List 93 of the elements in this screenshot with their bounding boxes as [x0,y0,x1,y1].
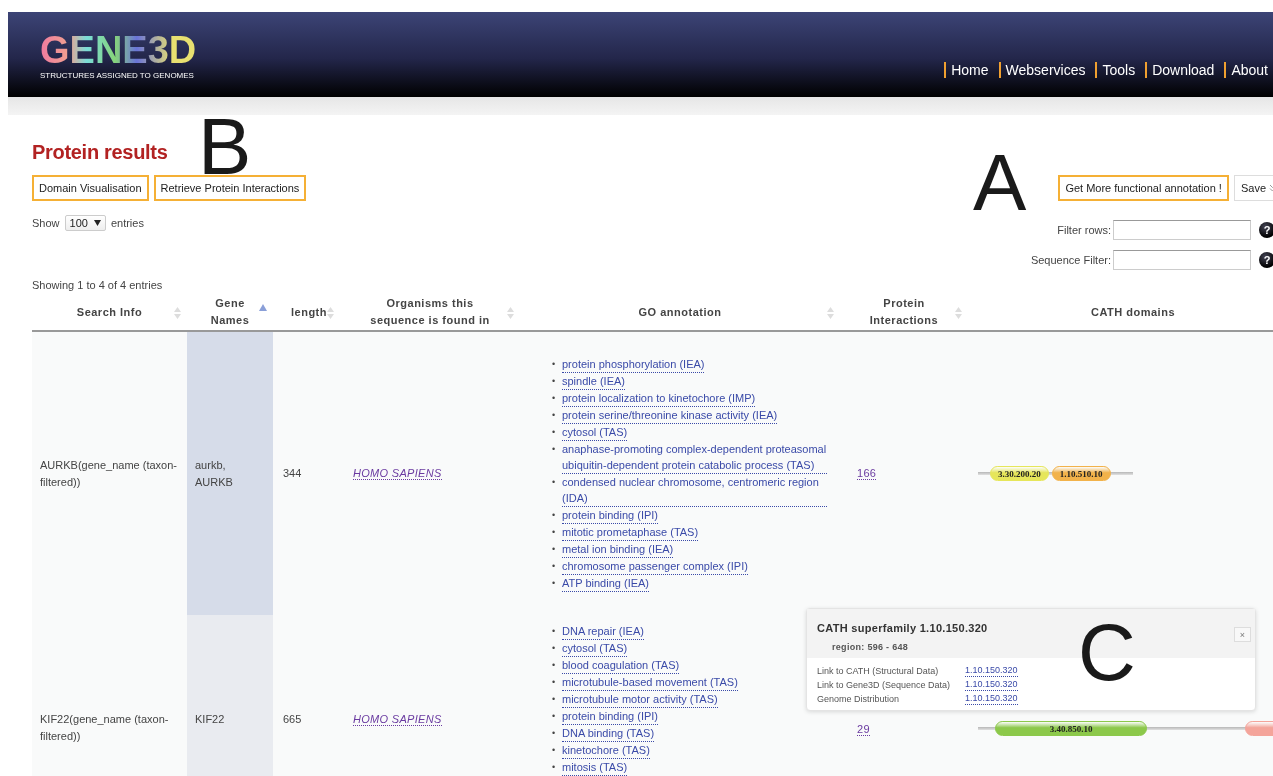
sort-ascending-icon [259,304,267,311]
bullet-mark: • [552,525,557,539]
bullet-mark: • [552,425,557,439]
interactions-link[interactable]: 166 [857,467,877,480]
go-term-link[interactable]: cytosol (TAS) [562,423,628,441]
bullet-mark: • [552,642,557,655]
bullet-mark: • [552,676,557,689]
table-cell: aurkb, AURKB [187,331,273,615]
table-cell: AURKB(gene_name (taxon-filtered)) [32,331,187,615]
organism-link[interactable]: HOMO SAPIENS [353,467,442,480]
go-term-link[interactable]: blood coagulation (TAS) [562,657,680,674]
go-term-link[interactable]: kinetochore (TAS) [562,742,650,759]
bullet-mark: • [552,710,557,723]
go-term-link[interactable]: mitotic prometaphase (TAS) [562,523,699,541]
sort-icon [174,306,181,320]
go-term-link[interactable]: DNA binding (TAS) [562,725,655,742]
go-term-link[interactable]: spindle (IEA) [562,372,625,390]
annotation-button[interactable]: Get More functional annotation ! [1058,175,1229,201]
popup-label: Genome Distribution [817,693,901,706]
annotation-letter: C [1078,613,1136,693]
site-tagline: STRUCTURES ASSIGNED TO GENOMES [40,71,195,80]
go-term-link[interactable]: microtubule motor activity (TAS) [562,691,718,708]
entries-select[interactable]: 100 [64,215,106,231]
entries-label: entries [110,217,144,229]
bullet-mark: • [552,727,557,740]
domain-bar[interactable]: 1.10.510.10 [1051,466,1111,481]
go-term-link[interactable]: condensed nuclear chromosome, centromeric region (IDA) [562,473,827,507]
action-button[interactable]: Domain Visualisation [32,175,149,201]
go-term-link[interactable]: protein binding (IPI) [562,708,658,725]
nav-link[interactable]: Home [944,62,989,78]
go-term-link[interactable]: anaphase-promoting complex-dependent proteasomal ubiquitin-dependent protein catabolic process (TAS) [562,440,827,474]
filter-label: Filter rows: [1057,224,1111,236]
go-term-link[interactable]: protein localization to kinetochore (IMP) [562,389,756,407]
bullet-mark: • [552,744,557,757]
help-button[interactable]: ? [1259,222,1273,238]
popup-region: region: 596 - 648 [832,642,909,652]
help-button[interactable]: ? [1259,252,1273,268]
bullet-mark: • [552,659,557,672]
bullet-mark: • [552,357,557,371]
go-term-link[interactable]: ATP binding (IEA) [562,574,650,592]
bullet-mark: • [552,625,557,638]
close-button[interactable]: × [1234,627,1251,642]
filter-input[interactable] [1113,250,1251,270]
go-term-link[interactable]: metal ion binding (IEA) [562,540,674,558]
go-term-link[interactable]: protein binding (IPI) [562,506,658,524]
table-cell: 665 [273,615,340,776]
nav-link[interactable]: Tools [1095,62,1136,78]
nav-link[interactable]: Webservices [998,62,1086,78]
popup-label: Link to Gene3D (Sequence Data) [817,679,952,692]
filter-input[interactable] [1113,220,1251,240]
sort-icon [507,306,514,320]
bullet-mark: • [552,508,557,522]
sort-icon [827,306,834,320]
table-cell: KIF22(gene_name (taxon-filtered)) [32,615,187,776]
bullet-mark: • [552,542,557,556]
go-term-link[interactable]: mitosis (TAS) [562,759,628,776]
go-term-link[interactable]: microtubule-based movement (TAS) [562,674,738,691]
show-label: Show [32,217,60,229]
go-term-link[interactable]: cytosol (TAS) [562,640,628,657]
popup-title: CATH superfamily 1.10.150.320 [817,622,988,634]
save-button[interactable]: Save [1233,175,1273,201]
table-cell: 344 [273,331,340,615]
domain-bar[interactable]: 3.30.200.20 [990,466,1049,481]
bullet-mark: • [552,374,557,388]
page-title: Protein results [32,140,169,164]
popup-label: Link to CATH (Structural Data) [817,665,940,678]
table-info: Showing 1 to 4 of 4 entries [32,279,164,291]
filter-label: Sequence Filter: [1030,254,1111,266]
go-term-link[interactable]: protein serine/threonine kinase activity (IEA) [562,406,778,424]
go-term-link[interactable]: chromosome passenger complex (IPI) [562,557,748,575]
sort-icon [327,306,334,320]
go-term-link[interactable]: DNA repair (IEA) [562,623,644,640]
nav-link[interactable]: About [1224,62,1268,78]
go-term-link[interactable]: protein phosphorylation (IEA) [562,355,705,373]
caret-icon [93,220,101,226]
bullet-mark: • [552,391,557,405]
nav-link[interactable]: Download [1145,62,1215,78]
bullet-mark: • [552,559,557,573]
popup-link[interactable]: 1.10.150.320 [965,678,1018,691]
popup-link[interactable]: 1.10.150.320 [965,664,1018,677]
domain-bar[interactable]: 3.40.850.10 [995,721,1147,736]
bullet-mark: • [552,475,557,489]
sort-icon [955,306,962,320]
popup-link[interactable]: 1.10.150.320 [965,692,1018,705]
bullet-mark: • [552,761,557,774]
annotation-letter: A [973,143,1027,223]
bullet-mark: • [552,442,557,456]
interactions-link[interactable]: 29 [857,723,870,736]
bullet-mark: • [552,576,557,590]
bullet-mark: • [552,693,557,706]
table-cell: KIF22 [187,615,273,776]
bullet-mark: • [552,408,557,422]
organism-link[interactable]: HOMO SAPIENS [353,713,442,726]
